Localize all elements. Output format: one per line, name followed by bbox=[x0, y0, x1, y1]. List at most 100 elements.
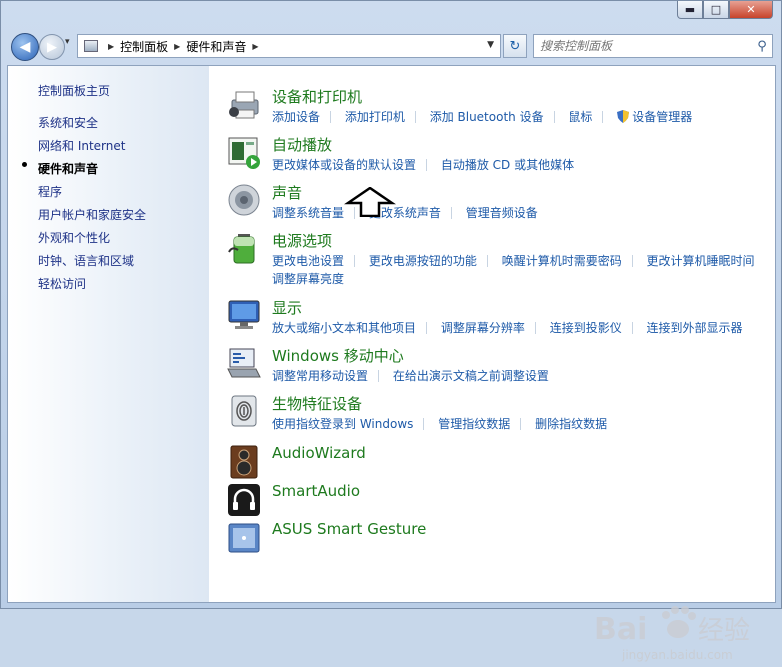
category-title-display[interactable]: 显示 bbox=[272, 297, 302, 318]
fingerprint-icon bbox=[231, 395, 257, 427]
link-separator bbox=[631, 255, 633, 267]
annotation-up-arrow-icon bbox=[344, 187, 396, 217]
sidebar-item-programs[interactable]: 程序 bbox=[38, 183, 62, 200]
headphones-icon bbox=[228, 484, 260, 516]
uac-shield-icon bbox=[617, 110, 630, 123]
link-separator bbox=[426, 322, 428, 334]
category-links: 更改电池设置 更改电源按钮的功能 唤醒计算机时需要密码 更改计算机睡眠时间 bbox=[272, 252, 755, 269]
link-change-media-defaults[interactable]: 更改媒体或设备的默认设置 bbox=[272, 158, 416, 172]
link-delete-fingerprint-data[interactable]: 删除指纹数据 bbox=[535, 417, 607, 431]
category-title-mobility-center[interactable]: Windows 移动中心 bbox=[272, 345, 404, 366]
link-connect-external-display[interactable]: 连接到外部显示器 bbox=[647, 321, 743, 335]
link-add-printer[interactable]: 添加打印机 bbox=[345, 110, 405, 124]
recent-pages-dropdown[interactable]: ▾ bbox=[65, 37, 70, 47]
link-manage-audio-devices[interactable]: 管理音频设备 bbox=[466, 206, 538, 220]
breadcrumb-separator-icon[interactable]: ▶ bbox=[252, 42, 258, 51]
category-title-power-options[interactable]: 电源选项 bbox=[272, 230, 332, 251]
audiowizard-icon bbox=[230, 445, 258, 479]
link-adjust-volume[interactable]: 调整系统音量 bbox=[272, 206, 344, 220]
category-title-autoplay[interactable]: 自动播放 bbox=[272, 134, 332, 155]
category-links: 更改媒体或设备的默认设置 自动播放 CD 或其他媒体 bbox=[272, 156, 574, 173]
sidebar-item-clock-language[interactable]: 时钟、语言和区域 bbox=[38, 252, 134, 269]
watermark-brand-suffix: 经验 bbox=[698, 616, 750, 646]
sidebar-item-hardware-sound: 硬件和声音 bbox=[38, 162, 99, 176]
navigation-bar: ◀ ▶ ▾ ▶ 控制面板 ▶ 硬件和声音 ▶ ▼ ↻ ⚲ bbox=[1, 31, 781, 63]
refresh-icon: ↻ bbox=[509, 38, 521, 54]
sidebar-item-user-accounts[interactable]: 用户帐户和家庭安全 bbox=[38, 206, 146, 223]
battery-icon bbox=[228, 234, 255, 264]
link-presentation-settings[interactable]: 在给出演示文稿之前调整设置 bbox=[393, 369, 549, 383]
link-separator bbox=[553, 111, 555, 123]
link-resize-text[interactable]: 放大或缩小文本和其他项目 bbox=[272, 321, 416, 335]
link-mouse[interactable]: 鼠标 bbox=[568, 110, 592, 124]
link-autoplay-cd[interactable]: 自动播放 CD 或其他媒体 bbox=[441, 158, 574, 172]
sidebar-item-appearance[interactable]: 外观和个性化 bbox=[38, 229, 110, 246]
category-title-smartaudio[interactable]: SmartAudio bbox=[272, 482, 360, 500]
link-change-battery-settings[interactable]: 更改电池设置 bbox=[272, 254, 344, 268]
address-bar[interactable]: ▶ 控制面板 ▶ 硬件和声音 ▶ ▼ bbox=[77, 34, 501, 58]
speaker-icon bbox=[228, 184, 260, 216]
breadcrumb-separator-icon[interactable]: ▶ bbox=[174, 42, 180, 51]
touchpad-icon bbox=[228, 523, 260, 553]
control-panel-window: ▬ □ ✕ ◀ ▶ ▾ ▶ 控制面板 ▶ 硬件和声音 ▶ ▼ ↻ ⚲ 控制面板主… bbox=[0, 0, 782, 662]
search-box[interactable]: ⚲ bbox=[533, 34, 773, 58]
printer-icon bbox=[229, 91, 259, 119]
address-dropdown-icon[interactable]: ▼ bbox=[487, 40, 494, 50]
link-adjust-mobile-settings[interactable]: 调整常用移动设置 bbox=[272, 369, 368, 383]
sidebar-item-network[interactable]: 网络和 Internet bbox=[38, 137, 125, 154]
link-separator bbox=[378, 370, 380, 382]
link-adjust-brightness[interactable]: 调整屏幕亮度 bbox=[272, 272, 344, 286]
category-links: 添加设备 添加打印机 添加 Bluetooth 设备 鼠标 设备管理器 bbox=[272, 108, 692, 125]
content-area: 控制面板主页 系统和安全 网络和 Internet 硬件和声音 程序 用户帐户和… bbox=[7, 65, 776, 662]
category-links: 放大或缩小文本和其他项目 调整屏幕分辨率 连接到投影仪 连接到外部显示器 bbox=[272, 319, 743, 336]
control-panel-icon bbox=[84, 40, 98, 52]
link-separator bbox=[486, 255, 488, 267]
link-add-device[interactable]: 添加设备 bbox=[272, 110, 320, 124]
sidebar: 控制面板主页 系统和安全 网络和 Internet 硬件和声音 程序 用户帐户和… bbox=[8, 66, 209, 602]
refresh-button[interactable]: ↻ bbox=[503, 34, 527, 58]
link-separator bbox=[631, 322, 633, 334]
category-links: 调整常用移动设置 在给出演示文稿之前调整设置 bbox=[272, 367, 549, 384]
category-title-audiowizard[interactable]: AudioWizard bbox=[272, 444, 366, 462]
search-input[interactable] bbox=[534, 39, 752, 53]
active-bullet-icon bbox=[22, 162, 27, 167]
watermark-url: jingyan.baidu.com bbox=[621, 648, 733, 662]
category-title-asus-smart-gesture[interactable]: ASUS Smart Gesture bbox=[272, 520, 426, 538]
watermark-brand: Bai bbox=[594, 612, 647, 647]
baidu-jingyan-watermark: Bai 经验 jingyan.baidu.com bbox=[594, 606, 750, 662]
mobility-center-icon bbox=[227, 348, 261, 378]
link-require-password-on-wake[interactable]: 唤醒计算机时需要密码 bbox=[502, 254, 622, 268]
sidebar-item-ease-of-access[interactable]: 轻松访问 bbox=[38, 275, 86, 292]
forward-button[interactable]: ▶ bbox=[39, 34, 65, 60]
back-arrow-icon: ◀ bbox=[19, 39, 31, 55]
category-links: 调整系统音量 更改系统声音 管理音频设备 bbox=[272, 204, 538, 221]
link-separator bbox=[414, 111, 416, 123]
search-icon[interactable]: ⚲ bbox=[752, 39, 772, 54]
monitor-icon bbox=[228, 300, 260, 329]
link-separator bbox=[520, 418, 522, 430]
link-add-bluetooth-device[interactable]: 添加 Bluetooth 设备 bbox=[430, 110, 544, 124]
breadcrumb-hardware-sound[interactable]: 硬件和声音 bbox=[186, 38, 246, 55]
minimize-button[interactable]: ▬ bbox=[677, 1, 703, 19]
paw-icon bbox=[662, 606, 696, 638]
category-title-sound[interactable]: 声音 bbox=[272, 182, 302, 203]
link-manage-fingerprint-data[interactable]: 管理指纹数据 bbox=[438, 417, 510, 431]
back-button[interactable]: ◀ bbox=[11, 33, 39, 61]
sidebar-item-system-security[interactable]: 系统和安全 bbox=[38, 114, 98, 131]
link-change-sleep-time[interactable]: 更改计算机睡眠时间 bbox=[647, 254, 755, 268]
link-separator bbox=[602, 111, 604, 123]
sidebar-item-home[interactable]: 控制面板主页 bbox=[38, 82, 110, 99]
category-title-devices-printers[interactable]: 设备和打印机 bbox=[272, 86, 362, 107]
maximize-button[interactable]: □ bbox=[703, 1, 729, 19]
close-button[interactable]: ✕ bbox=[729, 1, 773, 19]
link-device-manager[interactable]: 设备管理器 bbox=[632, 110, 692, 124]
link-fingerprint-login[interactable]: 使用指纹登录到 Windows bbox=[272, 417, 413, 431]
link-connect-projector[interactable]: 连接到投影仪 bbox=[550, 321, 622, 335]
breadcrumb-control-panel[interactable]: 控制面板 bbox=[120, 38, 168, 55]
autoplay-icon bbox=[228, 137, 260, 169]
category-title-biometric-devices[interactable]: 生物特征设备 bbox=[272, 393, 362, 414]
link-power-button-function[interactable]: 更改电源按钮的功能 bbox=[369, 254, 477, 268]
link-adjust-resolution[interactable]: 调整屏幕分辨率 bbox=[441, 321, 525, 335]
breadcrumb-separator-icon[interactable]: ▶ bbox=[108, 42, 114, 51]
window-caption-buttons: ▬ □ ✕ bbox=[677, 1, 773, 19]
